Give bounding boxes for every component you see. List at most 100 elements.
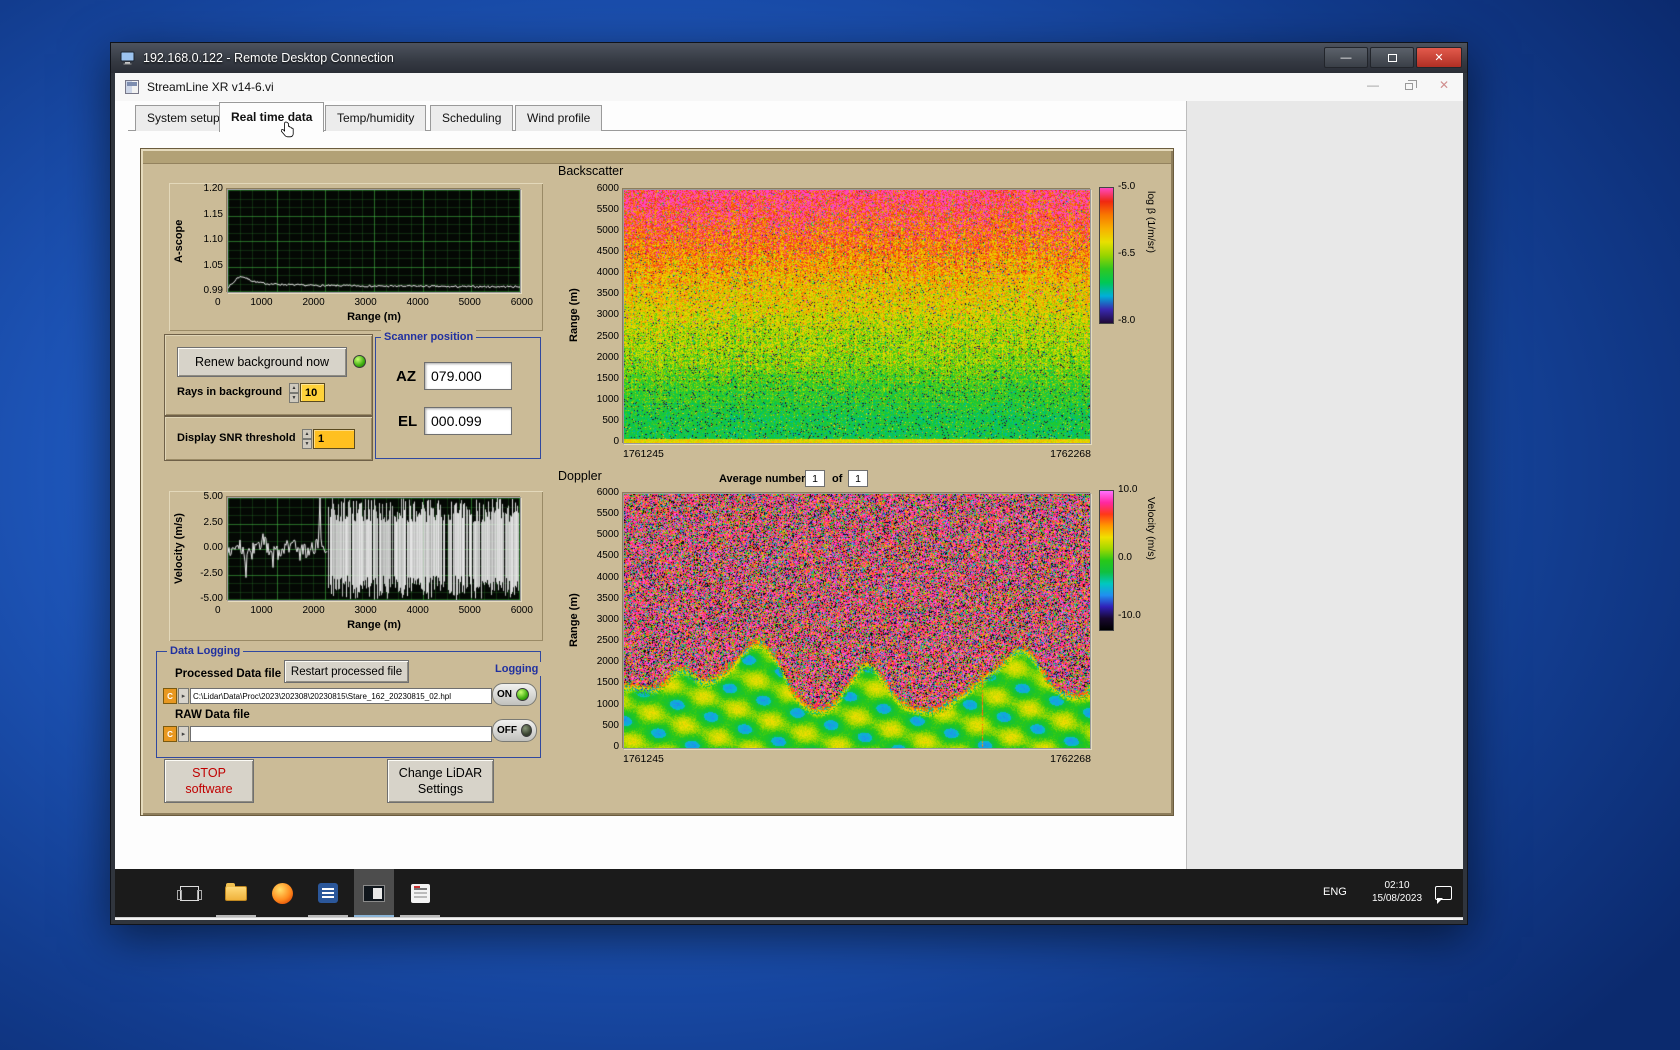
backscatter-time-start: 1761245 bbox=[623, 448, 664, 460]
mouse-cursor bbox=[281, 121, 294, 138]
app-close-button[interactable]: ✕ bbox=[1439, 78, 1449, 92]
desktop: 192.168.0.122 - Remote Desktop Connectio… bbox=[0, 0, 1680, 1050]
backscatter-time-end: 1762268 bbox=[1050, 448, 1091, 460]
restart-processed-file-button[interactable]: Restart processed file bbox=[284, 660, 409, 683]
snr-value[interactable]: 1 bbox=[313, 429, 355, 449]
notification-icon bbox=[1434, 886, 1452, 904]
rays-spinner[interactable]: ▲ ▼ bbox=[289, 383, 299, 403]
scanner-position-box: Scanner position AZ 079.000 EL 000.099 bbox=[375, 330, 541, 459]
logging-on-led bbox=[516, 688, 529, 701]
notification-button[interactable] bbox=[1423, 869, 1463, 917]
tick-label: 0 bbox=[215, 297, 221, 308]
window-background bbox=[1186, 101, 1463, 869]
real-time-data-panel: Backscatter A-scope 1.20 1.15 1.10 1.05 0.99… bbox=[141, 149, 1173, 815]
rdp-window: 192.168.0.122 - Remote Desktop Connectio… bbox=[110, 42, 1468, 925]
off-label: OFF bbox=[497, 725, 517, 736]
tick-label: 5000 bbox=[596, 529, 619, 541]
processed-data-file-label: Processed Data file bbox=[175, 668, 282, 680]
path-browse-icon-2[interactable]: ▸ bbox=[178, 726, 189, 742]
change-button-line2: Settings bbox=[417, 782, 464, 796]
backscatter-cbar-label: log β (1/m/sr) bbox=[1145, 191, 1157, 254]
stop-button-line1: STOP bbox=[192, 766, 226, 780]
tab-system-setup[interactable]: System setup bbox=[135, 105, 232, 131]
backscatter-cbar-max: -5.0 bbox=[1118, 181, 1136, 192]
language-indicator[interactable]: ENG bbox=[1323, 886, 1347, 898]
tick-label: 500 bbox=[602, 414, 619, 426]
task-view-button[interactable] bbox=[169, 869, 209, 917]
tick-label: 4000 bbox=[596, 571, 619, 583]
doppler-time-start: 1761245 bbox=[623, 753, 664, 765]
rdp-titlebar[interactable]: 192.168.0.122 - Remote Desktop Connectio… bbox=[111, 43, 1467, 73]
stop-button-line2: software bbox=[185, 782, 233, 796]
doppler-time-end: 1762268 bbox=[1050, 753, 1091, 765]
doppler-canvas bbox=[624, 494, 1090, 748]
doppler-colorbar bbox=[1099, 490, 1114, 631]
tab-temp-humidity[interactable]: Temp/humidity bbox=[325, 105, 427, 131]
tick-label: 1.05 bbox=[203, 259, 223, 271]
backscatter-plot bbox=[623, 189, 1091, 444]
raw-path-field[interactable] bbox=[190, 726, 492, 742]
rdp-close-button[interactable]: ✕ bbox=[1416, 47, 1462, 68]
tick-label: 3000 bbox=[596, 309, 619, 321]
maximize-icon bbox=[1387, 53, 1397, 62]
velocity-x-axis-label: Range (m) bbox=[347, 619, 401, 631]
tick-label: 5500 bbox=[596, 204, 619, 216]
tab-scheduling[interactable]: Scheduling bbox=[430, 105, 514, 131]
backscatter-cbar-min: -8.0 bbox=[1118, 315, 1136, 326]
el-value-field[interactable]: 000.099 bbox=[424, 407, 512, 435]
document-app-button[interactable] bbox=[308, 869, 348, 917]
processed-path-field[interactable]: C:\Lidar\Data\Proc\2023\202308\20230815\… bbox=[190, 688, 492, 704]
tick-label: 500 bbox=[602, 719, 619, 731]
rdp-bottom-strip bbox=[115, 917, 1463, 920]
tab-real-time-data[interactable]: Real time data bbox=[219, 102, 325, 132]
drive-letter-box[interactable]: C bbox=[163, 688, 177, 704]
tick-label: 4000 bbox=[596, 267, 619, 279]
raw-data-file-label: RAW Data file bbox=[175, 709, 250, 721]
logging-on-toggle[interactable]: ON bbox=[492, 683, 537, 706]
ascope-chart: A-scope 1.20 1.15 1.10 1.05 0.99 0 1000 2000 30… bbox=[169, 183, 543, 331]
tick-label: -2.50 bbox=[200, 567, 223, 579]
app-restore-button[interactable] bbox=[1404, 80, 1417, 90]
renew-background-button[interactable]: Renew background now bbox=[177, 347, 347, 377]
tab-wind-profile[interactable]: Wind profile bbox=[515, 105, 603, 131]
velocity-y-axis-label: Velocity (m/s) bbox=[173, 513, 185, 585]
tick-label: 1.20 bbox=[203, 183, 223, 194]
folder-icon bbox=[225, 882, 247, 901]
stop-software-button[interactable]: STOP software bbox=[164, 759, 254, 803]
tick-label: 1500 bbox=[596, 677, 619, 689]
tick-label: 2500 bbox=[596, 635, 619, 647]
tick-label: 0 bbox=[613, 740, 619, 752]
az-value-field[interactable]: 079.000 bbox=[424, 362, 512, 390]
rays-value[interactable]: 10 bbox=[300, 383, 325, 402]
rdp-maximize-button[interactable] bbox=[1370, 47, 1414, 68]
logging-off-toggle[interactable]: OFF bbox=[492, 719, 537, 742]
tick-label: 4500 bbox=[596, 550, 619, 562]
path-browse-icon[interactable]: ▸ bbox=[178, 688, 189, 704]
snr-spinner[interactable]: ▲ ▼ bbox=[302, 429, 312, 449]
firefox-button[interactable] bbox=[262, 869, 302, 917]
tick-label: 1.15 bbox=[203, 208, 223, 220]
active-app-button[interactable] bbox=[354, 869, 394, 917]
ascope-x-ticks: 0 1000 2000 3000 4000 5000 6000 bbox=[215, 297, 533, 308]
tick-label: 3500 bbox=[596, 592, 619, 604]
average-total-field[interactable]: 1 bbox=[848, 470, 868, 487]
panel-top-band bbox=[143, 151, 1171, 164]
change-lidar-settings-button[interactable]: Change LiDAR Settings bbox=[387, 759, 494, 803]
app-minimize-button[interactable]: — bbox=[1367, 78, 1379, 92]
tick-label: 2000 bbox=[596, 656, 619, 668]
velocity-canvas bbox=[228, 498, 520, 600]
ascope-y-axis-label: A-scope bbox=[173, 219, 185, 263]
data-logging-label: Data Logging bbox=[167, 644, 244, 658]
rdp-minimize-button[interactable]: — bbox=[1324, 47, 1368, 68]
tick-label: -5.00 bbox=[200, 593, 223, 604]
average-number-field[interactable]: 1 bbox=[805, 470, 825, 487]
backscatter-y-ticks: 6000 5500 5000 4500 4000 3500 3000 2500 2000 1500… bbox=[579, 183, 619, 448]
app-titlebar[interactable]: StreamLine XR v14-6.vi — ✕ bbox=[115, 73, 1463, 101]
drive-letter-box-2[interactable]: C bbox=[163, 726, 177, 742]
doppler-cbar-min: -10.0 bbox=[1118, 610, 1141, 621]
tick-label: 1000 bbox=[596, 393, 619, 405]
file-explorer-button[interactable] bbox=[216, 869, 256, 917]
scheduler-app-button[interactable] bbox=[400, 869, 440, 917]
tick-label: 1000 bbox=[596, 698, 619, 710]
tick-label: 0 bbox=[215, 605, 221, 616]
